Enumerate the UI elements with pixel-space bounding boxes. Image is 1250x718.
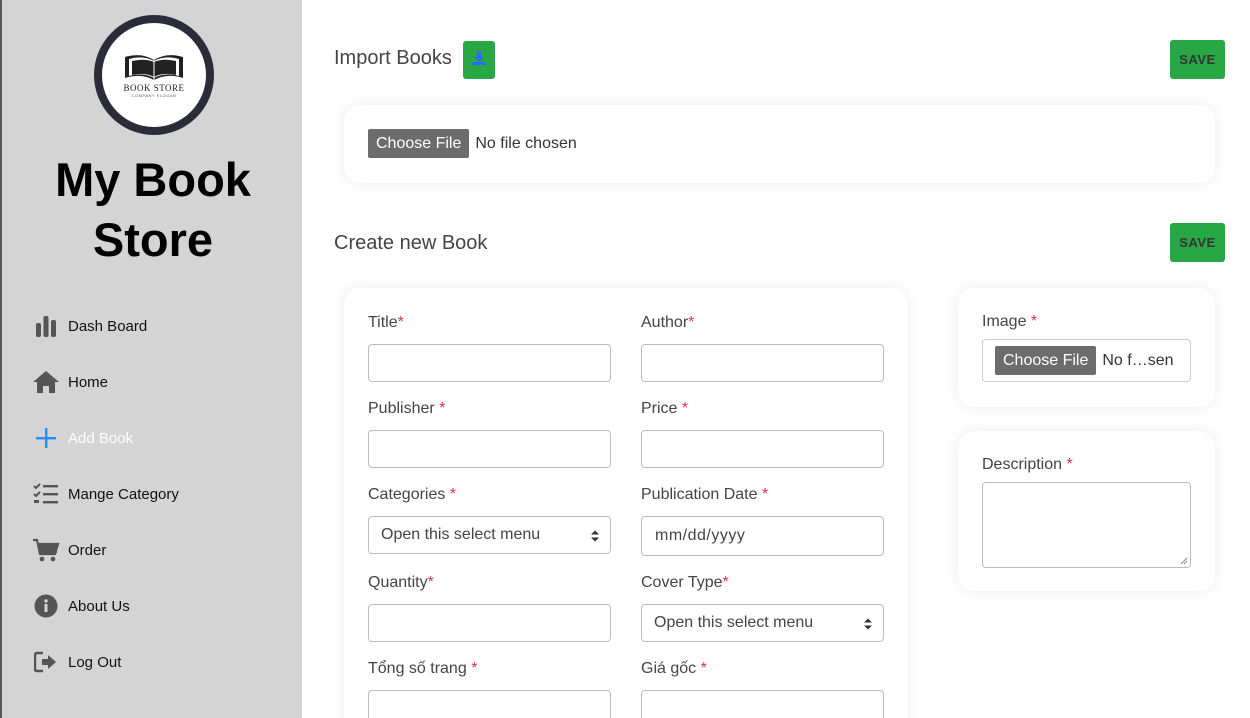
author-label: Author* xyxy=(641,314,695,331)
file-status: No file chosen xyxy=(475,134,577,152)
choose-file-button[interactable]: Choose File xyxy=(368,129,470,158)
choose-file-button[interactable]: Choose File xyxy=(995,346,1097,375)
select-arrows-icon xyxy=(864,618,872,630)
bar-chart-icon xyxy=(32,312,60,340)
sidebar-item-label: Order xyxy=(68,541,107,559)
sidebar-item-add-book[interactable]: Add Book xyxy=(32,410,292,466)
categories-select[interactable]: Open this select menu xyxy=(368,516,611,554)
title-label: Title* xyxy=(368,314,404,331)
import-file-input[interactable]: Choose File No file chosen xyxy=(368,129,577,158)
publisher-input[interactable] xyxy=(368,430,611,468)
logo-text: BOOK STORE xyxy=(123,83,185,93)
import-save-button[interactable]: SAVE xyxy=(1170,40,1225,79)
sidebar-item-label: Add Book xyxy=(68,429,134,447)
quantity-label: Quantity* xyxy=(368,574,434,591)
image-file-input[interactable]: Choose File No f…sen xyxy=(982,339,1191,382)
original-price-label: Giá gốc * xyxy=(641,660,707,677)
logo-subtext: COMPANY SLOGAN xyxy=(131,93,177,98)
original-price-input[interactable] xyxy=(641,690,884,718)
publication-date-label: Publication Date * xyxy=(641,486,769,503)
file-status: No f…sen xyxy=(1102,351,1174,369)
sidebar-item-logout[interactable]: Log Out xyxy=(32,634,292,690)
sidebar-item-order[interactable]: Order xyxy=(32,522,292,578)
info-icon xyxy=(32,592,60,620)
book-logo-icon xyxy=(125,55,183,80)
sidebar-item-label: About Us xyxy=(68,597,130,615)
resize-handle-icon[interactable] xyxy=(1180,557,1188,565)
store-title: My Book Store xyxy=(55,153,251,266)
logout-icon xyxy=(32,648,60,676)
download-icon xyxy=(471,50,487,71)
import-download-button[interactable] xyxy=(463,41,495,79)
sidebar-item-manage-category[interactable]: Mange Category xyxy=(32,466,292,522)
quantity-input[interactable] xyxy=(368,604,611,642)
categories-label: Categories * xyxy=(368,486,457,503)
description-label: Description * xyxy=(982,456,1073,473)
price-input[interactable] xyxy=(641,430,884,468)
image-label: Image * xyxy=(982,313,1038,330)
sidebar-item-label: Mange Category xyxy=(68,485,179,503)
import-file-card: Choose File No file chosen xyxy=(344,105,1215,183)
total-pages-input[interactable] xyxy=(368,690,611,718)
cover-type-label: Cover Type* xyxy=(641,574,729,591)
plus-icon xyxy=(32,424,60,452)
store-logo: BOOK STORE COMPANY SLOGAN xyxy=(94,15,214,135)
home-icon xyxy=(32,368,60,396)
publication-date-input[interactable]: mm/dd/yyyy xyxy=(641,516,884,556)
image-card: Image * Choose File No f…sen xyxy=(958,288,1215,407)
description-card: Description * xyxy=(958,431,1215,591)
select-arrows-icon xyxy=(591,530,599,542)
cover-type-select[interactable]: Open this select menu xyxy=(641,604,884,642)
import-books-title: Import Books xyxy=(334,47,452,69)
author-input[interactable] xyxy=(641,344,884,382)
create-save-button[interactable]: SAVE xyxy=(1170,223,1225,262)
cart-icon xyxy=(32,536,60,564)
sidebar-item-label: Log Out xyxy=(68,653,122,671)
checklist-icon xyxy=(32,480,60,508)
create-book-title: Create new Book xyxy=(334,232,488,254)
title-input[interactable] xyxy=(368,344,611,382)
publisher-label: Publisher * xyxy=(368,400,446,417)
sidebar-item-home[interactable]: Home xyxy=(32,354,292,410)
sidebar-item-dashboard[interactable]: Dash Board xyxy=(32,298,292,354)
description-textarea[interactable] xyxy=(982,482,1191,568)
book-form-card: Title* Author* Publisher * Price * Categ… xyxy=(344,288,908,718)
sidebar-item-label: Dash Board xyxy=(68,317,148,335)
sidebar-item-about-us[interactable]: About Us xyxy=(32,578,292,634)
total-pages-label: Tổng số trang * xyxy=(368,660,478,677)
sidebar: BOOK STORE COMPANY SLOGAN My Book Store … xyxy=(0,0,302,718)
sidebar-nav: Dash Board Home Add Book Mange Category … xyxy=(32,298,292,690)
sidebar-item-label: Home xyxy=(68,373,109,391)
price-label: Price * xyxy=(641,400,689,417)
